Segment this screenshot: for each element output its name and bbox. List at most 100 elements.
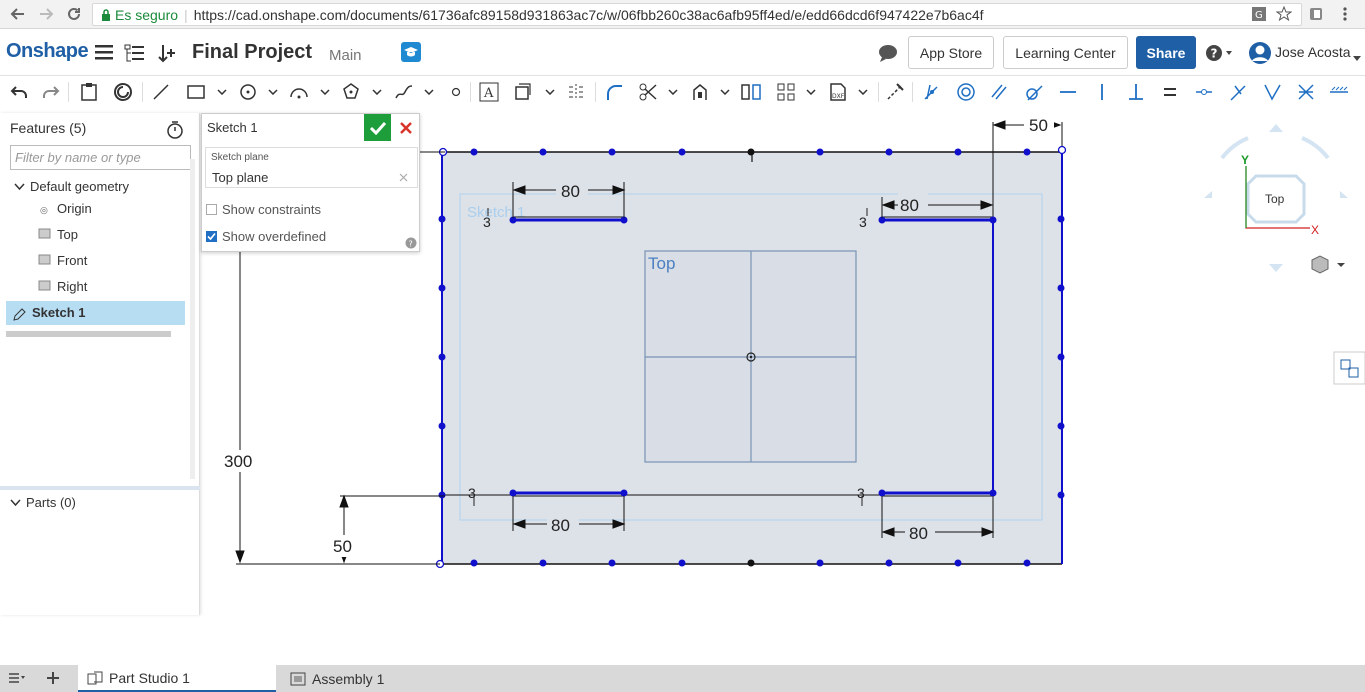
dim-50-left[interactable]: 50 — [333, 537, 352, 556]
back-icon[interactable] — [6, 2, 30, 26]
star-icon[interactable] — [1275, 5, 1293, 23]
share-button[interactable]: Share — [1136, 36, 1196, 69]
horizontal-scrollbar[interactable] — [6, 331, 171, 337]
midpoint-constraint-icon[interactable] — [1193, 81, 1215, 103]
sketch-dialog-title[interactable]: Sketch 1 — [207, 120, 258, 135]
line-tool-icon[interactable] — [150, 81, 172, 103]
tree-item-front[interactable]: Front — [38, 249, 87, 273]
dxf-dropdown-icon[interactable] — [852, 81, 874, 103]
menu-dots-icon[interactable] — [1336, 5, 1354, 23]
dim-80-top-right[interactable]: 80 — [900, 196, 919, 215]
transform-tool-icon[interactable] — [740, 81, 762, 103]
equal-constraint-icon[interactable] — [1159, 81, 1181, 103]
dim-80-bottom-left[interactable]: 80 — [551, 516, 570, 535]
filter-input[interactable]: Filter by name or type — [10, 145, 191, 170]
insert-icon[interactable] — [157, 43, 177, 66]
help-icon[interactable]: ? — [1205, 44, 1235, 65]
reload-icon[interactable] — [62, 2, 86, 26]
cancel-button[interactable] — [396, 118, 416, 138]
dim-50-top[interactable]: 50 — [1029, 116, 1048, 135]
tab-assembly-1[interactable]: Assembly 1 — [280, 665, 478, 692]
arc-tool-icon[interactable] — [288, 81, 310, 103]
forward-icon[interactable] — [34, 2, 58, 26]
learning-center-button[interactable]: Learning Center — [1003, 36, 1128, 69]
feature-list-icon[interactable] — [124, 43, 146, 66]
user-chevron-down-icon[interactable] — [1352, 50, 1362, 65]
corner-point[interactable] — [1057, 145, 1067, 155]
point-tool-icon[interactable] — [445, 81, 467, 103]
chevron-down-icon[interactable] — [14, 183, 25, 191]
avatar[interactable] — [1248, 41, 1272, 68]
tab-list-icon[interactable] — [8, 671, 26, 688]
branch-label[interactable]: Main — [329, 47, 362, 64]
user-name[interactable]: Jose Acosta — [1275, 44, 1351, 60]
rectangle-tool-icon[interactable] — [185, 81, 207, 103]
parts-divider[interactable] — [0, 486, 200, 490]
clear-plane-icon[interactable] — [399, 170, 408, 185]
constraint-glyph[interactable]: 3 — [859, 214, 867, 230]
tree-item-default-geometry[interactable]: Default geometry — [14, 175, 129, 199]
circle-dropdown-icon[interactable] — [262, 81, 284, 103]
parts-section[interactable]: Parts (0) — [10, 491, 76, 515]
add-tab-icon[interactable] — [46, 671, 60, 688]
rollback-timer-icon[interactable] — [166, 121, 184, 142]
coincident-constraint-icon[interactable] — [921, 81, 943, 103]
tangent-constraint-icon[interactable] — [1023, 81, 1045, 103]
dim-80-bottom-right[interactable]: 80 — [909, 524, 928, 543]
fillet-tool-icon[interactable] — [603, 81, 625, 103]
tree-item-top[interactable]: Top — [38, 223, 78, 247]
concentric-constraint-icon[interactable] — [955, 81, 977, 103]
tree-item-sketch-1[interactable]: Sketch 1 — [6, 301, 185, 325]
hamburger-menu-icon[interactable] — [95, 44, 113, 63]
dim-80-top-left[interactable]: 80 — [561, 182, 580, 201]
normal-constraint-icon[interactable] — [1227, 81, 1249, 103]
translate-icon[interactable]: G — [1250, 5, 1268, 23]
dim-300[interactable]: 300 — [224, 452, 252, 471]
vertical-constraint-icon[interactable] — [1091, 81, 1113, 103]
spline-dropdown-icon[interactable] — [418, 81, 440, 103]
symmetric-constraint-icon[interactable] — [1295, 81, 1317, 103]
undo-icon[interactable] — [8, 81, 30, 103]
pierce-constraint-icon[interactable] — [1261, 81, 1283, 103]
constraint-glyph[interactable]: 3 — [468, 485, 476, 501]
pattern-dropdown-icon[interactable] — [800, 81, 822, 103]
polygon-tool-icon[interactable] — [340, 81, 362, 103]
use-icon[interactable] — [112, 81, 134, 103]
view-cube-face[interactable]: Top — [1265, 192, 1285, 206]
text-tool-icon[interactable]: A — [478, 81, 500, 103]
spline-tool-icon[interactable] — [393, 81, 415, 103]
sketch-plane-field[interactable]: Sketch plane Top plane — [205, 147, 418, 188]
side-panel-icon[interactable] — [1333, 351, 1365, 385]
feature-list-scrollbar[interactable] — [190, 159, 195, 479]
constraint-glyph[interactable]: 3 — [483, 214, 491, 230]
parallel-constraint-icon[interactable] — [988, 81, 1010, 103]
offset-dropdown-icon[interactable] — [539, 81, 561, 103]
comment-icon[interactable] — [877, 43, 899, 66]
learning-cap-icon[interactable] — [401, 42, 421, 65]
trim-tool-icon[interactable] — [637, 81, 659, 103]
clipboard-icon[interactable] — [78, 81, 100, 103]
accept-button[interactable] — [364, 114, 391, 141]
show-constraints-checkbox[interactable] — [206, 204, 217, 215]
help-icon[interactable]: ? — [405, 237, 417, 252]
dxf-import-icon[interactable]: DXF — [827, 81, 849, 103]
pattern-tool-icon[interactable] — [775, 81, 797, 103]
fix-constraint-icon[interactable] — [1328, 81, 1350, 103]
constraint-glyph[interactable]: 3 — [857, 485, 865, 501]
view-cube[interactable]: Top X Y — [1204, 124, 1348, 272]
offset-tool-icon[interactable] — [512, 81, 534, 103]
horizontal-constraint-icon[interactable] — [1057, 81, 1079, 103]
url-field[interactable]: Es seguro | https://cad.onshape.com/docu… — [92, 3, 1302, 26]
document-title[interactable]: Final Project — [192, 41, 312, 64]
tree-item-origin[interactable]: ◎ Origin — [40, 197, 92, 221]
trim-dropdown-icon[interactable] — [662, 81, 684, 103]
extension-icon[interactable] — [1307, 5, 1325, 23]
redo-icon[interactable] — [40, 81, 62, 103]
app-store-button[interactable]: App Store — [908, 36, 994, 69]
circle-tool-icon[interactable] — [237, 81, 259, 103]
show-overdefined-checkbox[interactable] — [206, 231, 217, 242]
tab-part-studio-1[interactable]: Part Studio 1 — [78, 665, 276, 692]
chevron-down-icon[interactable] — [10, 499, 21, 507]
perpendicular-constraint-icon[interactable] — [1125, 81, 1147, 103]
tree-item-right[interactable]: Right — [38, 275, 87, 299]
